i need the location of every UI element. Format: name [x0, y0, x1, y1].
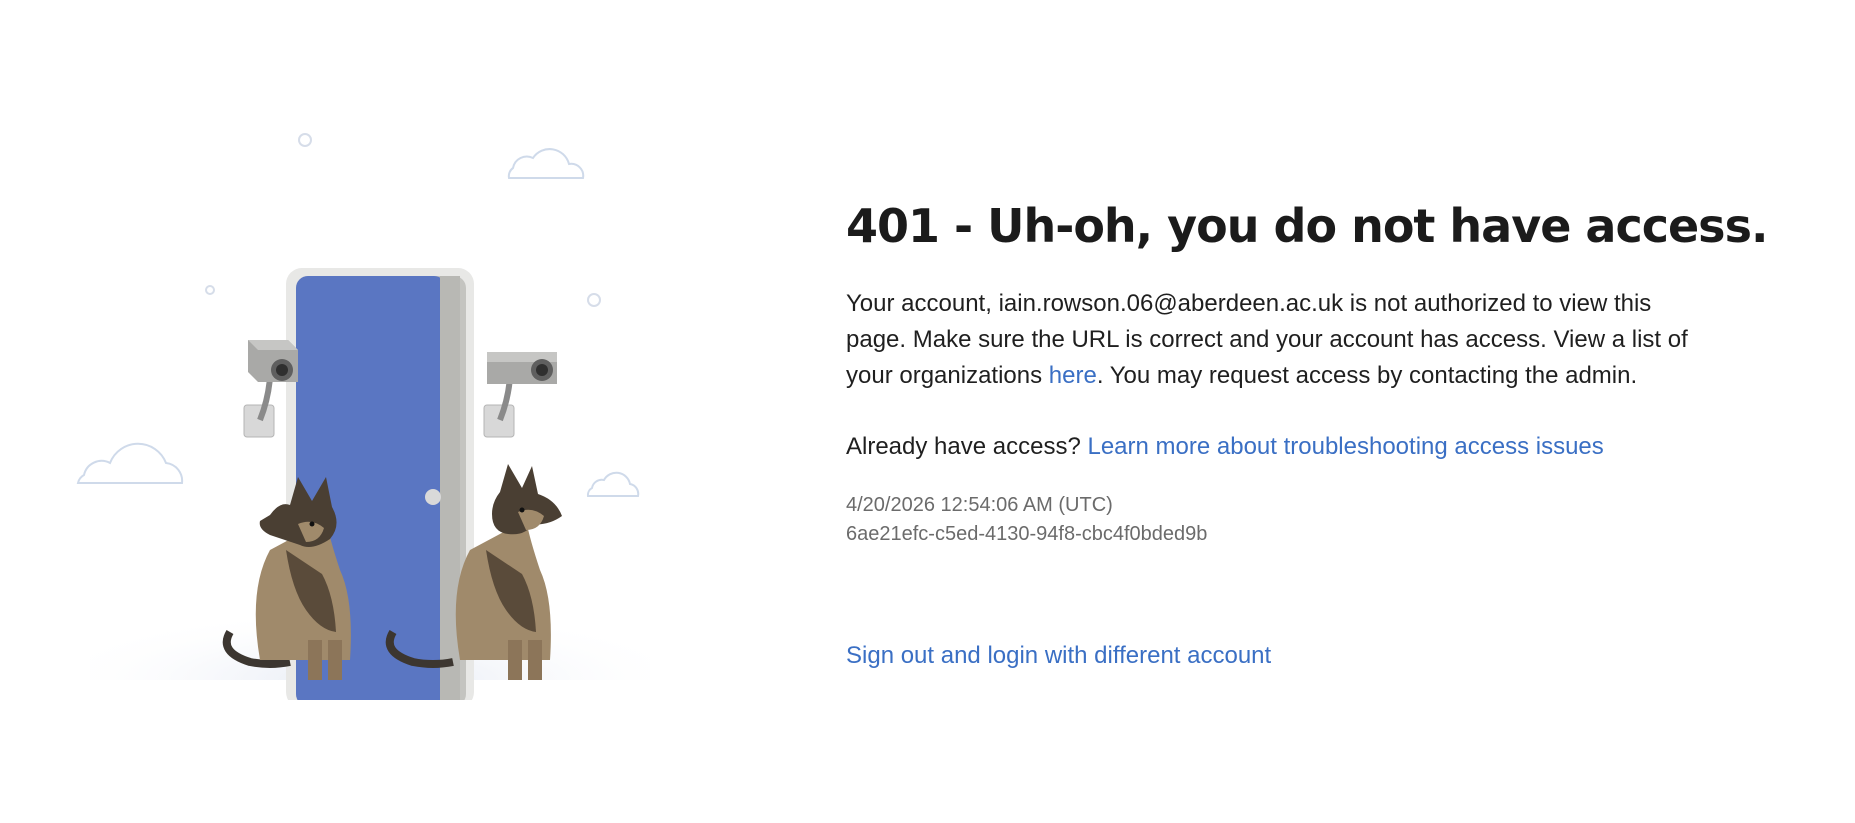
timestamp: 4/20/2026 12:54:06 AM (UTC): [846, 494, 1113, 516]
page-title: 401 - Uh-oh, you do not have access.: [846, 199, 1768, 253]
account-email: iain.rowson.06@aberdeen.ac.uk: [998, 290, 1344, 317]
security-camera-icon: [483, 352, 557, 438]
correlation-id: 6ae21efc-c5ed-4130-94f8-cbc4f0bded9b: [846, 523, 1208, 545]
organizations-link[interactable]: here: [1049, 362, 1097, 389]
error-message: Your account, iain.rowson.06@aberdeen.ac…: [846, 286, 1716, 394]
access-denied-illustration: [60, 120, 680, 708]
error-content: 401 - Uh-oh, you do not have access. You…: [846, 196, 1768, 549]
message-intro: Your account,: [846, 290, 999, 317]
door-and-guard-dogs-icon: [76, 133, 650, 708]
cloud-icon: [507, 148, 585, 179]
cloud-icon: [76, 442, 184, 484]
already-have-access: Already have access? Learn more about tr…: [846, 429, 1746, 465]
cloud-icon: [586, 471, 640, 497]
already-access-label: Already have access?: [846, 433, 1088, 460]
signout-link[interactable]: Sign out and login with different accoun…: [846, 638, 1271, 674]
error-details: 4/20/2026 12:54:06 AM (UTC) 6ae21efc-c5e…: [846, 491, 1746, 549]
troubleshoot-link[interactable]: Learn more about troubleshooting access …: [1087, 433, 1603, 460]
error-page: 401 - Uh-oh, you do not have access. You…: [0, 0, 1855, 823]
message-end: . You may request access by contacting t…: [1096, 362, 1638, 389]
